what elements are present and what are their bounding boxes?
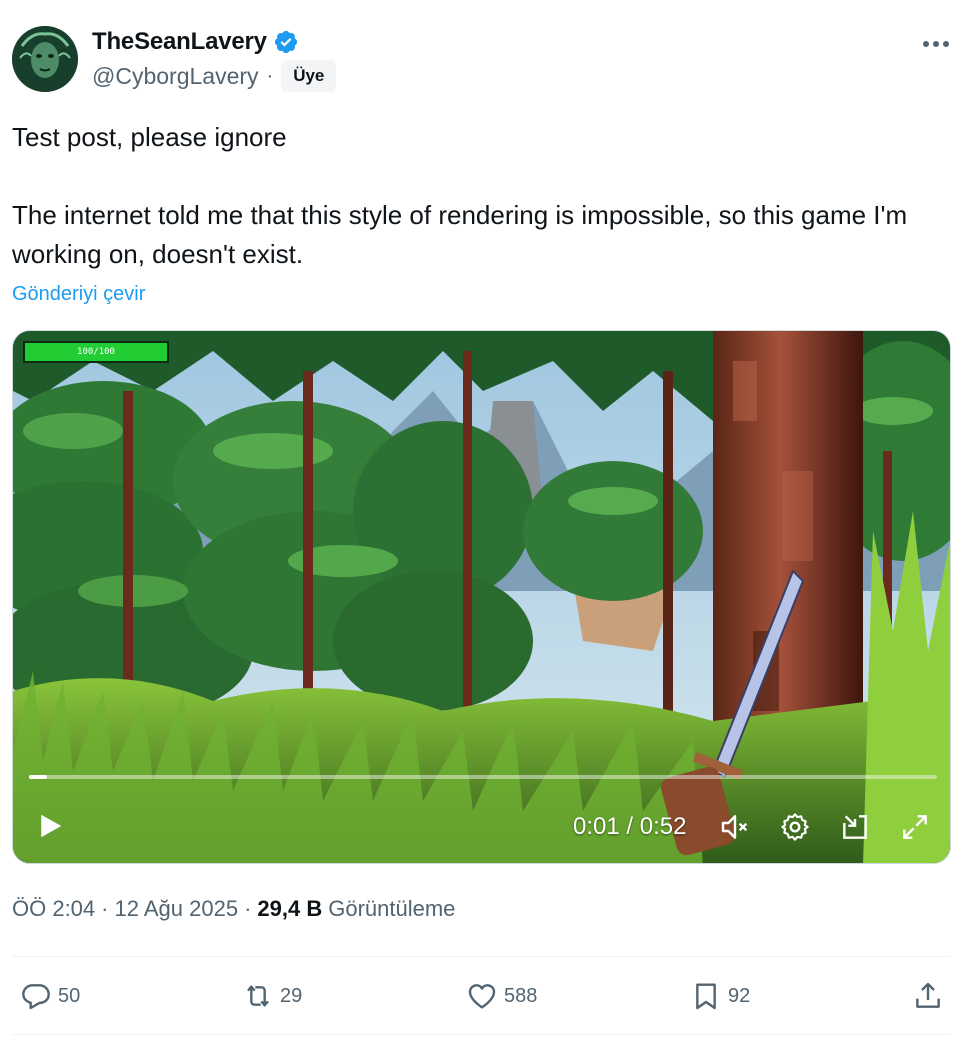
like-button[interactable]: 588 [466, 974, 537, 1018]
repost-button[interactable]: 29 [242, 974, 302, 1018]
play-icon[interactable] [35, 811, 65, 841]
share-icon [916, 982, 940, 1008]
views-label: Görüntüleme [328, 896, 456, 921]
video-time: 0:01 / 0:52 [573, 813, 687, 840]
reply-icon [22, 984, 50, 1010]
views-count: 29,4 B [257, 896, 323, 921]
reply-button[interactable]: 50 [20, 974, 80, 1018]
action-bar: 50 29 588 92 [0, 974, 980, 1018]
translate-post-link[interactable]: Gönderiyi çevir [12, 283, 145, 306]
repost-count: 29 [280, 984, 303, 1007]
health-bar: 100/100 [23, 341, 169, 363]
fullscreen-icon[interactable] [899, 811, 931, 843]
post-text-line2: The internet told me that this style of … [12, 200, 908, 269]
tweet-post: TheSeanLavery @CyborgLavery · Üye Test p… [0, 0, 980, 1040]
author-handle[interactable]: @CyborgLavery [92, 63, 259, 90]
video-frame-image [13, 331, 950, 863]
repost-icon [247, 985, 269, 1007]
bookmark-count: 92 [728, 984, 751, 1007]
meta-separator: · [101, 896, 109, 921]
bookmark-icon [696, 983, 716, 1010]
handle-separator: · [266, 64, 274, 87]
avatar[interactable] [12, 26, 78, 92]
verified-badge-icon [274, 30, 297, 54]
post-text-line1: Test post, please ignore [12, 122, 287, 152]
meta-separator: · [244, 896, 252, 921]
author-display-name[interactable]: TheSeanLavery [92, 28, 267, 56]
post-text: Test post, please ignore The internet to… [12, 118, 942, 274]
share-button[interactable] [912, 974, 944, 1018]
video-progress-bar[interactable] [29, 775, 937, 779]
member-badge[interactable]: Üye [281, 60, 337, 92]
picture-in-picture-icon[interactable] [839, 811, 871, 843]
post-time[interactable]: ÖÖ 2:04 [12, 896, 95, 922]
divider [12, 1034, 950, 1035]
post-date[interactable]: 12 Ağu 2025 [114, 896, 238, 922]
video-controls: 0:01 / 0:52 [13, 801, 950, 851]
settings-icon[interactable] [779, 811, 811, 843]
bookmark-button[interactable]: 92 [690, 974, 750, 1018]
reply-count: 50 [58, 984, 81, 1007]
video-progress-fill [29, 775, 48, 779]
author-name-row: TheSeanLavery [92, 28, 299, 56]
video-player[interactable]: 100/100 0:01 / 0:52 [12, 330, 951, 864]
more-options-icon[interactable] [918, 32, 954, 56]
post-meta: ÖÖ 2:04 · 12 Ağu 2025 · 29,4 B Görüntüle… [12, 896, 455, 922]
heart-icon [468, 984, 496, 1009]
author-handle-row: @CyborgLavery · Üye [92, 60, 337, 92]
divider [12, 956, 950, 957]
volume-muted-icon[interactable] [719, 811, 751, 843]
like-count: 588 [504, 984, 538, 1007]
